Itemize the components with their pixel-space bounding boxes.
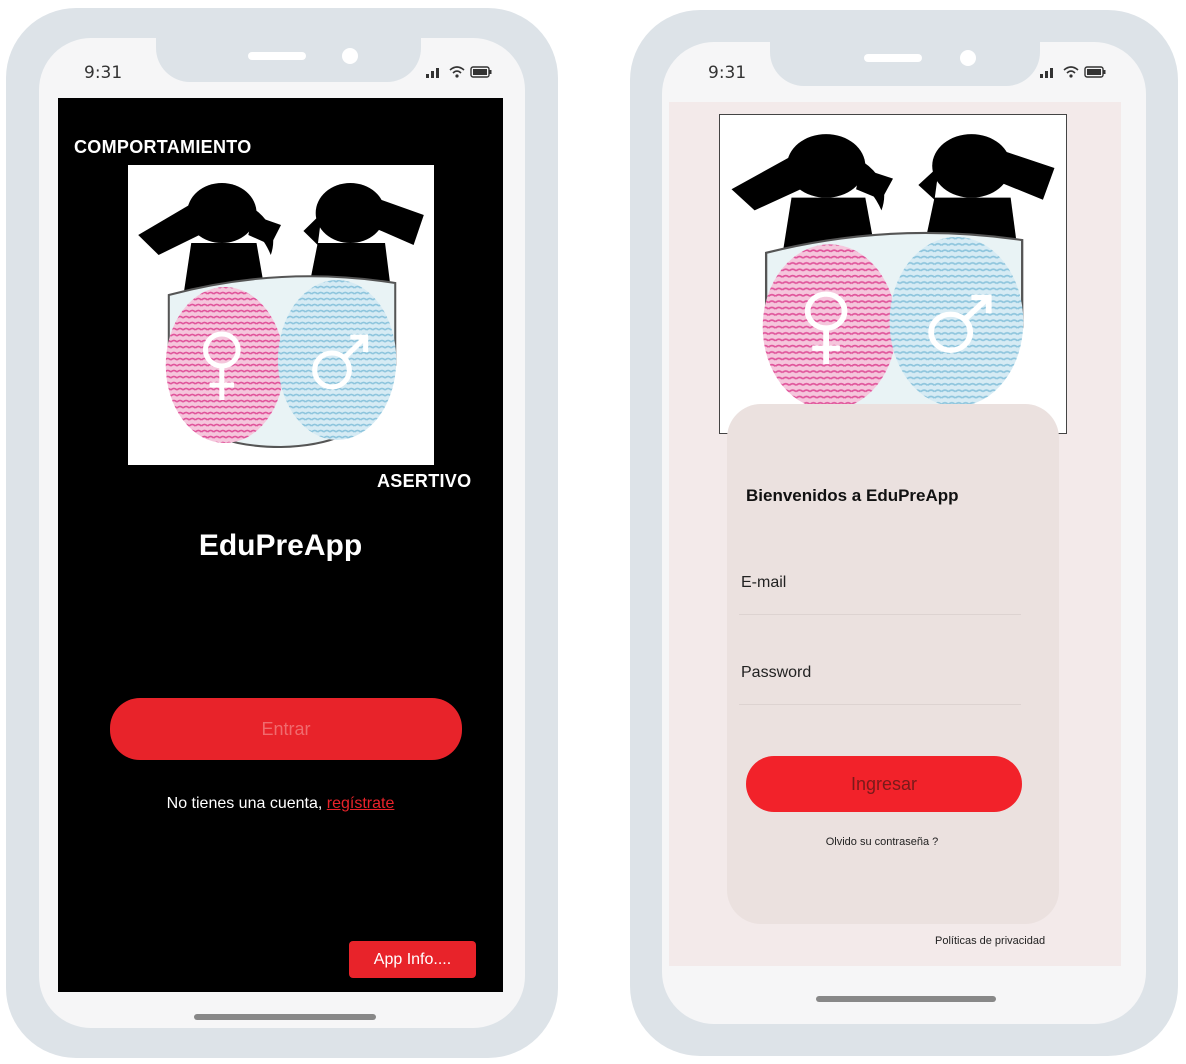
bottom-label: ASERTIVO [377, 471, 472, 491]
right-screen: Bienvenidos a EduPreApp E-mail Password … [669, 102, 1121, 966]
front-camera [960, 50, 976, 66]
enter-button-label: Entrar [261, 718, 311, 739]
battery-icon [470, 66, 492, 78]
email-underline [739, 614, 1021, 615]
password-field[interactable]: Password [741, 664, 1021, 682]
speaker [864, 54, 922, 62]
signal-icon [426, 68, 439, 78]
home-indicator [816, 996, 996, 1002]
password-underline [739, 704, 1021, 705]
no-account-text: No tienes una cuenta, [166, 795, 323, 812]
register-link[interactable]: regístrate [327, 795, 395, 812]
top-label: COMPORTAMIENTO [74, 137, 252, 157]
enter-button[interactable]: Entrar [110, 698, 462, 760]
wifi-icon [1063, 66, 1079, 78]
logo-image [720, 115, 1066, 433]
login-button-label: Ingresar [850, 773, 918, 794]
privacy-link[interactable]: Políticas de privacidad [935, 935, 1045, 947]
wifi-icon [449, 66, 465, 78]
login-button[interactable]: Ingresar [746, 756, 1022, 812]
right-phone-notch [770, 42, 1040, 86]
status-icons [1040, 65, 1106, 78]
app-title: EduPreApp [198, 529, 363, 562]
logo-image [128, 165, 434, 465]
speaker [248, 52, 306, 60]
status-icons [426, 65, 492, 78]
login-card: Bienvenidos a EduPreApp E-mail Password … [727, 404, 1059, 924]
app-logo [128, 165, 434, 465]
status-time: 9:31 [84, 63, 123, 83]
home-indicator [194, 1014, 376, 1020]
signal-icon [1040, 68, 1053, 78]
welcome-title: Bienvenidos a EduPreApp [746, 486, 959, 505]
email-field[interactable]: E-mail [741, 574, 1021, 592]
battery-icon [1084, 66, 1106, 78]
app-info-button[interactable]: App Info.... [349, 941, 476, 978]
register-line: No tienes una cuenta, regístrate [58, 795, 503, 813]
app-logo [719, 114, 1067, 434]
status-time: 9:31 [708, 63, 747, 83]
forgot-password-link[interactable]: Olvido su contraseña ? [727, 836, 1037, 848]
left-phone-notch [156, 38, 421, 82]
left-screen: COMPORTAMIENTO ASERTIVO EduPreApp Entrar… [58, 98, 503, 992]
front-camera [342, 48, 358, 64]
